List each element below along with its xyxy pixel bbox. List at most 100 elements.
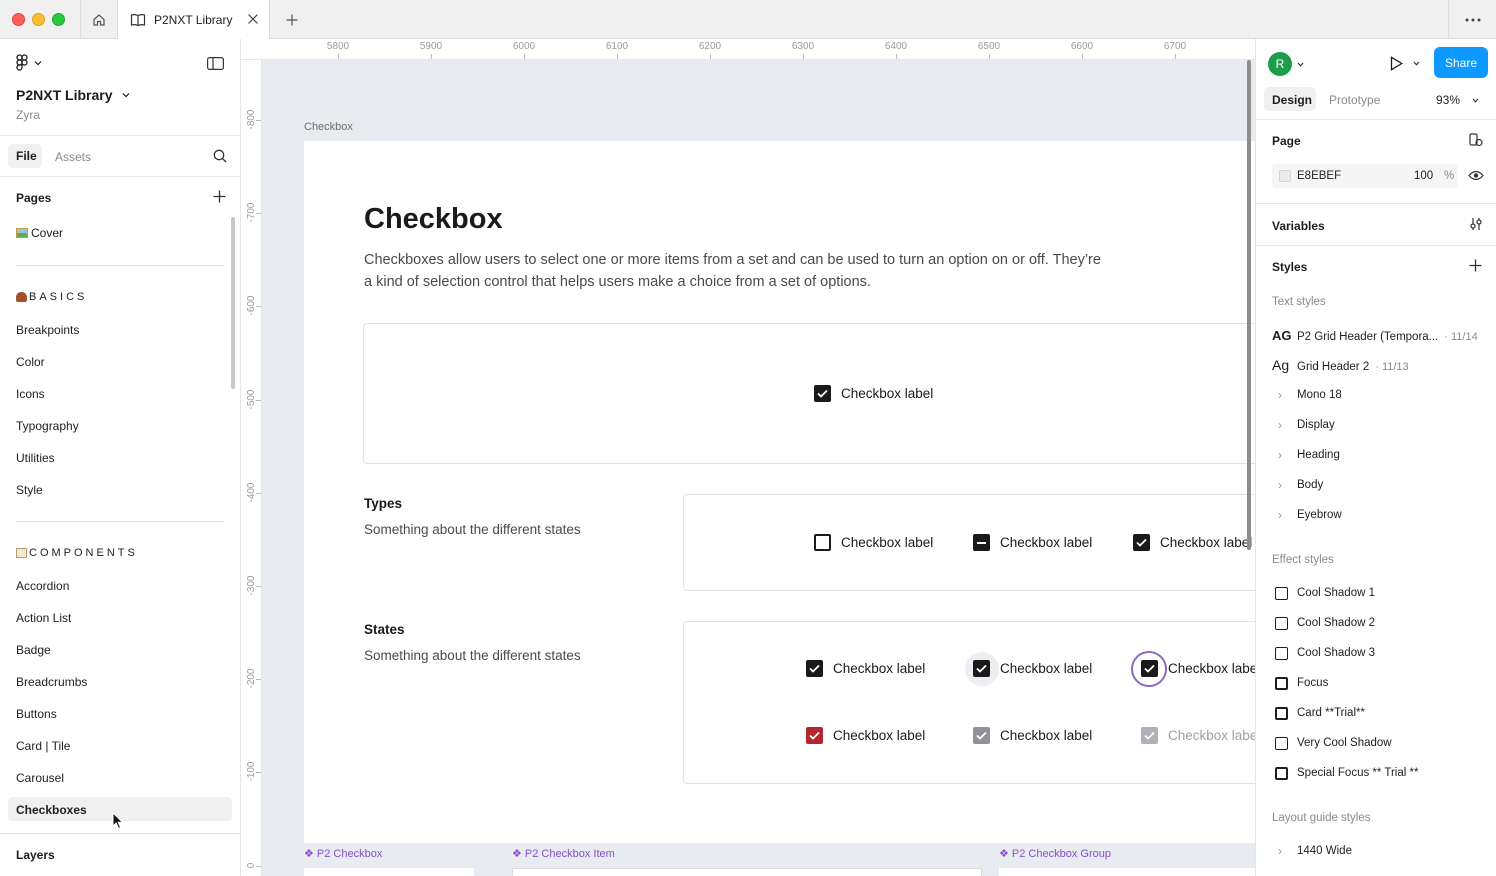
file-name-button[interactable]: P2NXT Library [16,87,130,103]
tab-prototype[interactable]: Prototype [1329,93,1380,107]
layers-heading: Layers [16,848,55,862]
state-hover-checkbox[interactable]: Checkbox label [973,660,1092,677]
page-icons[interactable]: Icons [16,387,45,401]
chevron-right-icon[interactable]: › [1278,418,1282,432]
page-components-heading[interactable]: COMPONENTS [16,547,138,559]
zoom-dropdown[interactable]: 93% [1436,93,1479,107]
share-button[interactable]: Share [1434,47,1488,78]
page-utilities[interactable]: Utilities [16,451,55,465]
divider [0,135,240,136]
page-badge[interactable]: Badge [16,643,51,657]
state-default-checkbox[interactable]: Checkbox label [806,660,925,677]
page-buttons[interactable]: Buttons [16,707,57,721]
file-tab[interactable]: P2NXT Library [118,0,270,40]
state-focus-checkbox[interactable]: Checkbox labe [1141,660,1255,677]
text-style-group[interactable]: Body [1297,479,1323,491]
type-indeterminate-checkbox[interactable]: Checkbox label [973,534,1092,551]
text-style-item[interactable]: Ag Grid Header 2 · 11/13 [1272,357,1492,373]
search-icon [213,149,227,163]
component-preview[interactable] [304,868,474,876]
basics-heading-label: BASICS [29,291,88,303]
page-breadcrumbs[interactable]: Breadcrumbs [16,675,87,689]
maximize-window-button[interactable] [52,13,65,26]
layout-style-item[interactable]: 1440 Wide [1297,845,1352,857]
text-style-group[interactable]: Heading [1297,449,1340,461]
tab-file[interactable]: File [8,144,42,168]
canvas[interactable]: Checkbox Checkbox Checkboxes allow users… [262,60,1255,876]
component-label-p2-checkbox[interactable]: ❖ P2 Checkbox [304,847,382,860]
chevron-down-icon [1413,61,1420,66]
component-preview[interactable] [512,868,982,876]
component-preview[interactable] [999,868,1255,876]
chevron-right-icon[interactable]: › [1278,478,1282,492]
chevron-right-icon[interactable]: › [1278,508,1282,522]
present-button[interactable] [1390,56,1420,71]
text-style-item[interactable]: AG P2 Grid Header (Tempora... · 11/14 [1272,328,1492,343]
types-subtitle: Something about the different states [364,522,581,537]
color-swatch[interactable] [1279,170,1291,182]
component-label-p2-checkbox-group[interactable]: ❖ P2 Checkbox Group [999,847,1111,860]
page-settings-button[interactable] [1469,133,1483,150]
pages-scrollbar[interactable] [231,217,235,389]
component-icon: ❖ [999,848,1012,860]
page-carousel[interactable]: Carousel [16,771,64,785]
page-cover[interactable]: Cover [16,226,63,240]
effect-icon [1275,707,1288,720]
hero-checkbox[interactable]: Checkbox label [814,385,933,402]
close-window-button[interactable] [12,13,25,26]
effect-style-item[interactable]: Cool Shadow 3 [1297,647,1375,659]
page-style[interactable]: Style [16,483,43,497]
text-style-group[interactable]: Display [1297,419,1335,431]
toggle-visibility-button[interactable] [1468,170,1484,184]
page-breakpoints[interactable]: Breakpoints [16,323,79,337]
chevron-right-icon[interactable]: › [1278,448,1282,462]
state-error-checkbox[interactable]: Checkbox label [806,727,925,744]
main-menu-button[interactable] [16,54,42,71]
page-accordion[interactable]: Accordion [16,579,69,593]
page-action-list[interactable]: Action List [16,611,71,625]
add-style-button[interactable] [1469,259,1482,275]
chevron-right-icon[interactable]: › [1278,844,1282,858]
text-style-group[interactable]: Mono 18 [1297,389,1342,401]
page-opacity-value[interactable]: 100 [1414,170,1433,182]
components-icon [16,548,27,558]
chevron-right-icon[interactable]: › [1278,388,1282,402]
text-styles-heading: Text styles [1272,296,1326,308]
type-unchecked-checkbox[interactable]: Checkbox label [814,534,933,551]
page-color-field[interactable]: E8EBEF 100 % [1272,164,1458,188]
state-disabled-checkbox[interactable]: Checkbox label [973,727,1092,744]
multiplayer-avatar-button[interactable]: R [1268,52,1304,76]
frame-label[interactable]: Checkbox [304,121,353,133]
effect-style-item[interactable]: Very Cool Shadow [1297,737,1392,749]
state-readonly-checkbox[interactable]: Checkbox labe [1141,727,1255,744]
page-color[interactable]: Color [16,355,45,369]
tab-assets[interactable]: Assets [55,150,91,164]
text-style-icon: Ag [1272,357,1290,373]
checkbox-label: Checkbox label [833,661,926,676]
text-style-group[interactable]: Eyebrow [1297,509,1342,521]
page-color-value[interactable]: E8EBEF [1297,170,1341,182]
minimize-window-button[interactable] [32,13,45,26]
canvas-scrollbar[interactable] [1247,60,1251,550]
home-tab[interactable] [80,0,118,39]
add-page-button[interactable] [213,190,226,206]
ruler-label: 5900 [419,41,443,52]
component-label-p2-checkbox-item[interactable]: ❖ P2 Checkbox Item [512,847,615,860]
page-card-tile[interactable]: Card | Tile [16,739,70,753]
type-checked-checkbox[interactable]: Checkbox label [1133,534,1252,551]
new-tab-button[interactable] [282,10,302,30]
effect-style-item[interactable]: Card **Trial** [1297,707,1365,719]
effect-style-item[interactable]: Focus [1297,677,1328,689]
toggle-sidebar-button[interactable] [207,57,225,73]
more-menu-button[interactable] [1448,0,1496,39]
page-basics-heading[interactable]: BASICS [16,291,87,303]
close-tab-icon[interactable] [247,13,259,25]
effect-style-item[interactable]: Special Focus ** Trial ** [1297,767,1418,779]
effect-style-item[interactable]: Cool Shadow 1 [1297,587,1375,599]
effect-style-item[interactable]: Cool Shadow 2 [1297,617,1375,629]
tab-design[interactable]: Design [1264,87,1316,111]
page-typography[interactable]: Typography [16,419,79,433]
variables-button[interactable] [1469,217,1483,234]
checkbox-frame[interactable]: Checkbox Checkboxes allow users to selec… [304,141,1255,843]
search-button[interactable] [213,149,227,166]
